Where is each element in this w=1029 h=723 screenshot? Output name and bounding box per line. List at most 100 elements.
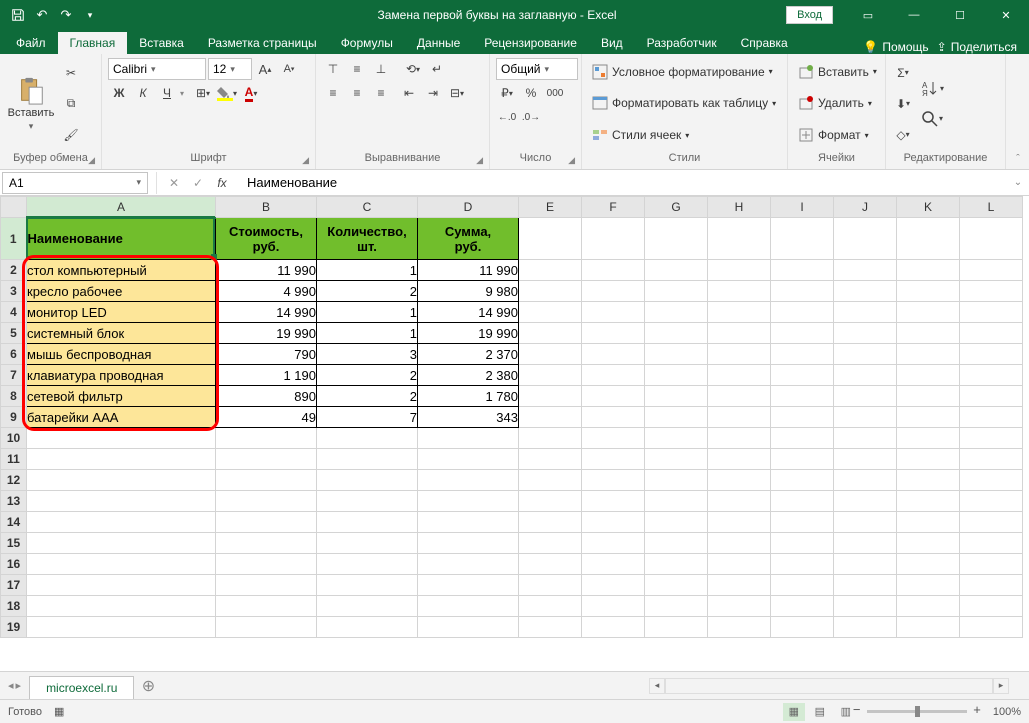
empty-cell[interactable]: [771, 617, 834, 638]
row-header[interactable]: 18: [1, 596, 27, 617]
empty-cell[interactable]: [519, 386, 582, 407]
table-cell-name[interactable]: монитор LED: [27, 302, 216, 323]
empty-cell[interactable]: [708, 491, 771, 512]
empty-cell[interactable]: [418, 575, 519, 596]
table-cell-value[interactable]: 1 780: [418, 386, 519, 407]
column-header[interactable]: I: [771, 197, 834, 218]
empty-cell[interactable]: [27, 596, 216, 617]
table-header-cell[interactable]: Стоимость,руб.: [216, 218, 317, 260]
empty-cell[interactable]: [418, 512, 519, 533]
empty-cell[interactable]: [960, 554, 1023, 575]
table-cell-value[interactable]: 790: [216, 344, 317, 365]
insert-cells-button[interactable]: Вставить▾: [794, 61, 879, 83]
border-button[interactable]: ⊞▾: [192, 82, 214, 104]
empty-cell[interactable]: [960, 575, 1023, 596]
column-header[interactable]: E: [519, 197, 582, 218]
empty-cell[interactable]: [216, 575, 317, 596]
column-header[interactable]: B: [216, 197, 317, 218]
empty-cell[interactable]: [960, 281, 1023, 302]
empty-cell[interactable]: [771, 470, 834, 491]
empty-cell[interactable]: [708, 365, 771, 386]
tab-review[interactable]: Рецензирование: [472, 32, 589, 54]
table-header-cell[interactable]: Сумма,руб.: [418, 218, 519, 260]
table-cell-value[interactable]: 1: [317, 260, 418, 281]
horizontal-scrollbar[interactable]: [665, 678, 993, 694]
empty-cell[interactable]: [960, 533, 1023, 554]
row-header[interactable]: 2: [1, 260, 27, 281]
empty-cell[interactable]: [708, 575, 771, 596]
empty-cell[interactable]: [771, 575, 834, 596]
empty-cell[interactable]: [708, 596, 771, 617]
empty-cell[interactable]: [960, 344, 1023, 365]
empty-cell[interactable]: [216, 470, 317, 491]
table-cell-value[interactable]: 14 990: [418, 302, 519, 323]
hscroll-right-icon[interactable]: ▸: [993, 678, 1009, 694]
empty-cell[interactable]: [834, 344, 897, 365]
empty-cell[interactable]: [216, 491, 317, 512]
tab-formulas[interactable]: Формулы: [329, 32, 405, 54]
empty-cell[interactable]: [519, 260, 582, 281]
percent-icon[interactable]: %: [520, 82, 542, 104]
empty-cell[interactable]: [771, 449, 834, 470]
empty-cell[interactable]: [317, 575, 418, 596]
empty-cell[interactable]: [897, 617, 960, 638]
empty-cell[interactable]: [960, 323, 1023, 344]
empty-cell[interactable]: [645, 386, 708, 407]
dialog-launcher-icon[interactable]: ◢: [476, 155, 483, 166]
insert-function-icon[interactable]: fx: [211, 172, 233, 194]
empty-cell[interactable]: [645, 617, 708, 638]
empty-cell[interactable]: [582, 575, 645, 596]
empty-cell[interactable]: [519, 449, 582, 470]
enter-formula-icon[interactable]: ✓: [187, 172, 209, 194]
empty-cell[interactable]: [582, 365, 645, 386]
empty-cell[interactable]: [418, 491, 519, 512]
empty-cell[interactable]: [645, 365, 708, 386]
table-cell-name[interactable]: мышь беспроводная: [27, 344, 216, 365]
empty-cell[interactable]: [519, 323, 582, 344]
worksheet-grid[interactable]: ABCDEFGHIJKL1НаименованиеСтоимость,руб.К…: [0, 196, 1029, 671]
empty-cell[interactable]: [771, 407, 834, 428]
table-cell-value[interactable]: 11 990: [418, 260, 519, 281]
empty-cell[interactable]: [27, 428, 216, 449]
table-cell-value[interactable]: 3: [317, 344, 418, 365]
empty-cell[interactable]: [582, 428, 645, 449]
empty-cell[interactable]: [834, 449, 897, 470]
empty-cell[interactable]: [834, 575, 897, 596]
table-cell-value[interactable]: 1 190: [216, 365, 317, 386]
align-bottom-icon[interactable]: ⊥: [370, 58, 392, 80]
empty-cell[interactable]: [317, 470, 418, 491]
collapse-ribbon-icon[interactable]: ˆ: [1007, 54, 1029, 169]
empty-cell[interactable]: [645, 512, 708, 533]
thousands-icon[interactable]: 000: [544, 82, 566, 104]
empty-cell[interactable]: [317, 491, 418, 512]
empty-cell[interactable]: [582, 407, 645, 428]
empty-cell[interactable]: [960, 512, 1023, 533]
empty-cell[interactable]: [645, 491, 708, 512]
empty-cell[interactable]: [834, 617, 897, 638]
empty-cell[interactable]: [27, 512, 216, 533]
ribbon-options-icon[interactable]: ▭: [845, 0, 891, 30]
table-cell-value[interactable]: 14 990: [216, 302, 317, 323]
empty-cell[interactable]: [582, 470, 645, 491]
row-header[interactable]: 11: [1, 449, 27, 470]
empty-cell[interactable]: [897, 407, 960, 428]
empty-cell[interactable]: [960, 617, 1023, 638]
clear-icon[interactable]: ◇▾: [892, 124, 914, 146]
row-header[interactable]: 4: [1, 302, 27, 323]
empty-cell[interactable]: [317, 554, 418, 575]
empty-cell[interactable]: [771, 302, 834, 323]
empty-cell[interactable]: [582, 554, 645, 575]
autosum-icon[interactable]: Σ▾: [892, 62, 914, 84]
name-box[interactable]: A1▾: [2, 172, 148, 194]
empty-cell[interactable]: [897, 281, 960, 302]
table-cell-value[interactable]: 2 370: [418, 344, 519, 365]
font-color-button[interactable]: A ▾: [240, 82, 262, 104]
empty-cell[interactable]: [582, 449, 645, 470]
empty-cell[interactable]: [645, 344, 708, 365]
format-painter-icon[interactable]: 🖌: [60, 124, 82, 146]
empty-cell[interactable]: [519, 281, 582, 302]
empty-cell[interactable]: [418, 533, 519, 554]
empty-cell[interactable]: [582, 596, 645, 617]
empty-cell[interactable]: [645, 281, 708, 302]
table-cell-value[interactable]: 4 990: [216, 281, 317, 302]
